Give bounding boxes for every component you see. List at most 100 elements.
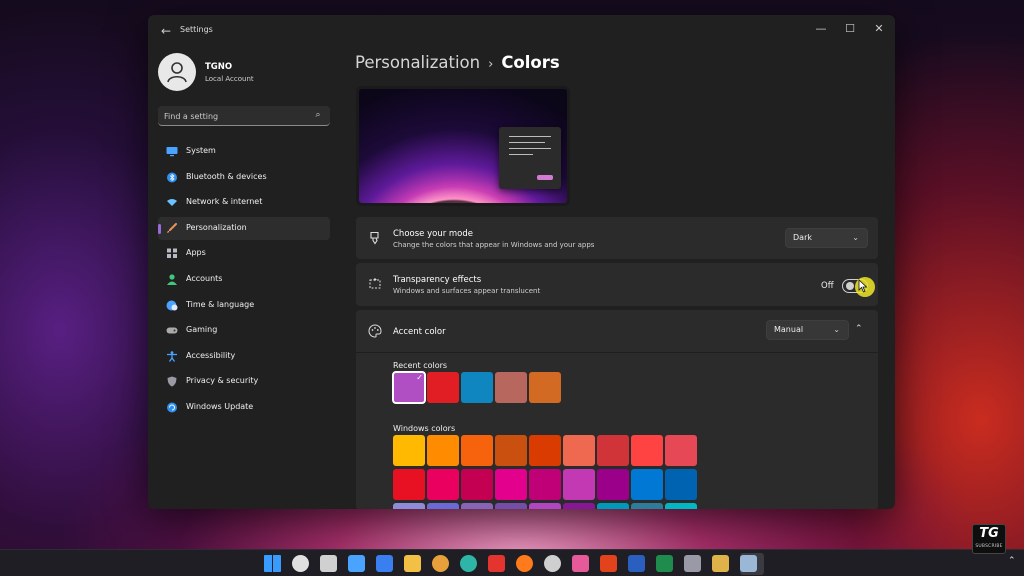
- transparency-card: Transparency effects Windows and surface…: [356, 263, 878, 306]
- search-icon[interactable]: [292, 555, 309, 572]
- brush-icon: [167, 222, 177, 233]
- mode-dropdown[interactable]: Dark ⌄: [785, 228, 868, 248]
- search-box[interactable]: ⌕: [158, 106, 330, 126]
- minimize-icon[interactable]: —: [812, 21, 830, 37]
- color-swatch[interactable]: [461, 372, 493, 403]
- title-bar: ← Settings — ☐ ✕: [148, 15, 895, 47]
- accent-color-card: Accent color Manual ⌄ ⌃ Recent colors Wi…: [356, 310, 878, 509]
- office-icon[interactable]: [600, 555, 617, 572]
- color-swatch[interactable]: [665, 469, 697, 500]
- paint-bucket-icon: [370, 231, 379, 245]
- store-icon[interactable]: [376, 555, 393, 572]
- color-swatch[interactable]: [495, 503, 527, 509]
- task-view-icon[interactable]: [320, 555, 337, 572]
- color-swatch[interactable]: [393, 435, 425, 466]
- color-swatch[interactable]: [529, 435, 561, 466]
- globe-clock-icon: [166, 300, 178, 311]
- color-swatch[interactable]: [529, 469, 561, 500]
- photos-icon[interactable]: [572, 555, 589, 572]
- sidebar-item-windows-update[interactable]: Windows Update: [158, 396, 330, 419]
- color-swatch[interactable]: [495, 469, 527, 500]
- back-arrow-icon[interactable]: ←: [158, 23, 174, 39]
- color-swatch[interactable]: [597, 503, 629, 509]
- sidebar-item-label: Network & internet: [186, 197, 263, 207]
- chevron-up-icon[interactable]: ⌃: [855, 324, 863, 334]
- excel-icon[interactable]: [656, 555, 673, 572]
- close-icon[interactable]: ✕: [870, 21, 888, 37]
- color-swatch[interactable]: [427, 435, 459, 466]
- color-swatch[interactable]: [631, 469, 663, 500]
- sidebar-item-accounts[interactable]: Accounts: [158, 268, 330, 291]
- wifi-icon: [167, 199, 177, 207]
- sidebar-item-time-language[interactable]: Time & language: [158, 294, 330, 317]
- edge-icon[interactable]: [460, 555, 477, 572]
- color-swatch[interactable]: [631, 435, 663, 466]
- color-swatch[interactable]: [563, 435, 595, 466]
- gamepad-icon: [166, 327, 178, 334]
- color-swatch[interactable]: [393, 469, 425, 500]
- account-type: Local Account: [205, 75, 254, 83]
- transparency-icon: [369, 278, 381, 289]
- search-icon[interactable]: ⌕: [312, 109, 324, 121]
- update-icon: [167, 402, 177, 413]
- windows-colors-label: Windows colors: [393, 424, 456, 433]
- breadcrumb-parent[interactable]: Personalization: [355, 53, 480, 72]
- color-swatch[interactable]: [529, 372, 561, 403]
- file-explorer-icon[interactable]: [404, 555, 421, 572]
- word-icon[interactable]: [628, 555, 645, 572]
- sidebar-item-accessibility[interactable]: Accessibility: [158, 345, 330, 368]
- color-swatch[interactable]: [461, 469, 493, 500]
- sidebar-item-system[interactable]: System: [158, 140, 330, 163]
- color-swatch[interactable]: [563, 503, 595, 509]
- sidebar-item-label: Time & language: [186, 299, 255, 309]
- card-title: Transparency effects: [393, 275, 482, 285]
- color-swatch[interactable]: [461, 503, 493, 509]
- color-swatch[interactable]: [631, 503, 663, 509]
- taskbar: ⌃: [0, 549, 1024, 576]
- start-icon[interactable]: [264, 555, 281, 572]
- widgets-icon[interactable]: [348, 555, 365, 572]
- vivaldi-icon[interactable]: [488, 555, 505, 572]
- color-swatch[interactable]: [495, 435, 527, 466]
- sidebar-item-apps[interactable]: Apps: [158, 242, 330, 265]
- color-swatch[interactable]: [665, 503, 697, 509]
- accessibility-icon: [167, 350, 177, 362]
- sidebar-item-gaming[interactable]: Gaming: [158, 319, 330, 342]
- color-swatch[interactable]: [427, 372, 459, 403]
- sidebar-item-privacy-security[interactable]: Privacy & security: [158, 370, 330, 393]
- accent-mode-dropdown[interactable]: Manual ⌄: [766, 320, 849, 340]
- color-swatch[interactable]: [427, 469, 459, 500]
- sidebar-item-bluetooth[interactable]: Bluetooth & devices: [158, 166, 330, 189]
- settings-icon[interactable]: [740, 555, 757, 572]
- search-input[interactable]: [164, 109, 304, 123]
- color-swatch[interactable]: [393, 503, 425, 509]
- camera-icon[interactable]: [684, 555, 701, 572]
- color-swatch-selected[interactable]: ✓: [392, 371, 426, 404]
- person-icon: [158, 53, 196, 91]
- color-swatch[interactable]: [529, 503, 561, 509]
- theme-preview-image: [356, 86, 570, 206]
- obs-icon[interactable]: [544, 555, 561, 572]
- firefox-icon[interactable]: [516, 555, 533, 572]
- color-swatch[interactable]: [461, 435, 493, 466]
- color-swatch[interactable]: [427, 503, 459, 509]
- color-swatch[interactable]: [563, 469, 595, 500]
- chrome-icon[interactable]: [432, 555, 449, 572]
- color-swatch[interactable]: [495, 372, 527, 403]
- shield-icon: [167, 376, 177, 387]
- maximize-icon[interactable]: ☐: [841, 21, 859, 37]
- apps-icon: [167, 248, 177, 259]
- dropdown-value: Dark: [793, 233, 812, 242]
- app-icon[interactable]: [712, 555, 729, 572]
- sidebar-item-network[interactable]: Network & internet: [158, 191, 330, 214]
- sidebar-item-label: Accounts: [186, 273, 223, 283]
- bluetooth-icon: [167, 172, 177, 183]
- color-swatch[interactable]: [597, 469, 629, 500]
- card-description: Change the colors that appear in Windows…: [393, 241, 595, 249]
- color-swatch[interactable]: [597, 435, 629, 466]
- color-swatch[interactable]: [665, 435, 697, 466]
- chevron-down-icon: ⌄: [852, 233, 859, 242]
- toggle-knob: [846, 282, 854, 290]
- sidebar-item-personalization[interactable]: Personalization: [158, 216, 330, 240]
- chevron-up-icon[interactable]: ⌃: [1008, 556, 1016, 566]
